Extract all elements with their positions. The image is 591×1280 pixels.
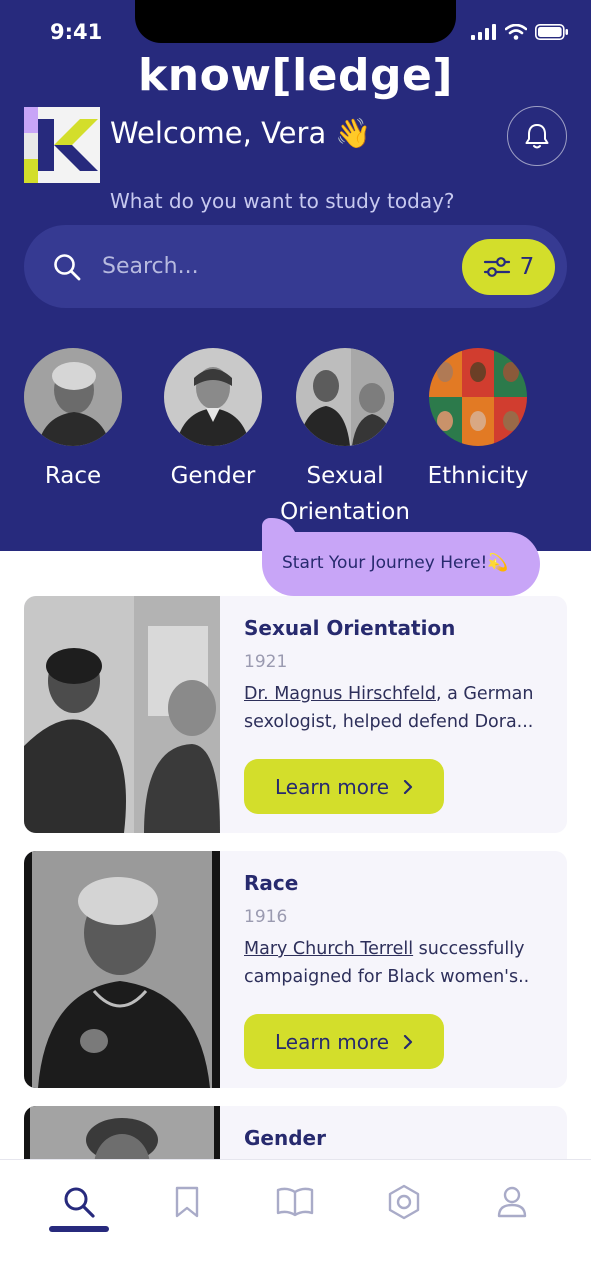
category-gender[interactable]: Gender [164,348,262,494]
tab-library[interactable] [265,1180,325,1224]
learn-more-label: Learn more [274,774,390,799]
bottom-tab-bar [0,1159,591,1280]
tab-profile[interactable] [482,1180,542,1224]
learn-more-button[interactable]: Learn more [244,759,444,814]
card-person-link[interactable]: Mary Church Terrell [244,939,413,959]
filter-count: 7 [519,254,535,280]
history-card[interactable]: Race 1916 Mary Church Terrell successful… [24,851,567,1088]
search-icon [64,1187,95,1218]
card-title: Race [244,871,299,895]
history-card[interactable]: Sexual Orientation 1921 Dr. Magnus Hirsc… [24,596,567,833]
tab-saved[interactable] [157,1180,217,1224]
tab-search[interactable] [49,1180,109,1224]
card-year: 1921 [244,652,288,672]
learn-more-button[interactable]: Learn more [244,1014,444,1069]
category-race[interactable]: Race [24,348,122,494]
tab-explore[interactable] [374,1180,434,1224]
card-description: Dr. Magnus Hirschfeld, a German sexologi… [244,680,549,736]
signal-icon [471,24,496,40]
active-tab-indicator [49,1226,109,1232]
category-row: Race Gender Sexual Orientation Ethnicity [0,348,591,538]
filter-button[interactable]: 7 [462,239,555,295]
bookmark-icon [175,1186,199,1218]
card-title: Gender [244,1126,326,1150]
category-race-photo [24,348,122,446]
welcome-heading: Welcome, Vera 👋 [110,116,372,150]
card-title: Sexual Orientation [244,616,456,640]
category-ethnicity-label: Ethnicity [427,463,529,489]
search-input[interactable] [102,251,432,281]
subtitle-text: What do you want to study today? [110,189,455,213]
notifications-button[interactable] [507,106,567,166]
filter-sliders-icon [483,257,510,277]
chevron-right-icon [403,1034,413,1049]
device-notch [135,0,456,43]
hexagon-icon [388,1184,420,1220]
category-ethnicity-photo [429,348,527,446]
category-race-label: Race [44,463,102,489]
category-ethnicity[interactable]: Ethnicity [420,348,536,494]
search-bar: 7 [24,225,567,308]
chevron-right-icon [403,779,413,794]
wifi-icon [505,24,527,40]
search-icon [54,254,81,281]
app-logo [24,107,100,183]
learn-more-label: Learn more [274,1029,390,1054]
card-photo [24,851,220,1088]
book-icon [276,1187,314,1217]
card-photo [24,596,220,833]
card-person-link[interactable]: Dr. Magnus Hirschfeld [244,684,436,704]
brand-logo-text: know[ledge] [138,50,453,101]
status-icons [471,24,569,40]
tooltip-text: Start Your Journey Here!💫 [282,553,509,573]
battery-icon [535,24,568,40]
status-time: 9:41 [50,20,103,44]
category-gender-photo [164,348,262,446]
category-sexual-orientation-photo [296,348,394,446]
profile-icon [497,1186,527,1218]
category-gender-label: Gender [170,463,256,489]
header: 9:41 know[ledge] Welcome, Vera 👋 What do… [0,0,591,551]
card-year: 1916 [244,907,288,927]
category-sexual-orientation[interactable]: Sexual Orientation [276,348,414,530]
journey-tooltip: Start Your Journey Here!💫 [262,518,540,596]
card-description: Mary Church Terrell successfully campaig… [244,935,549,991]
bell-icon [525,124,549,149]
